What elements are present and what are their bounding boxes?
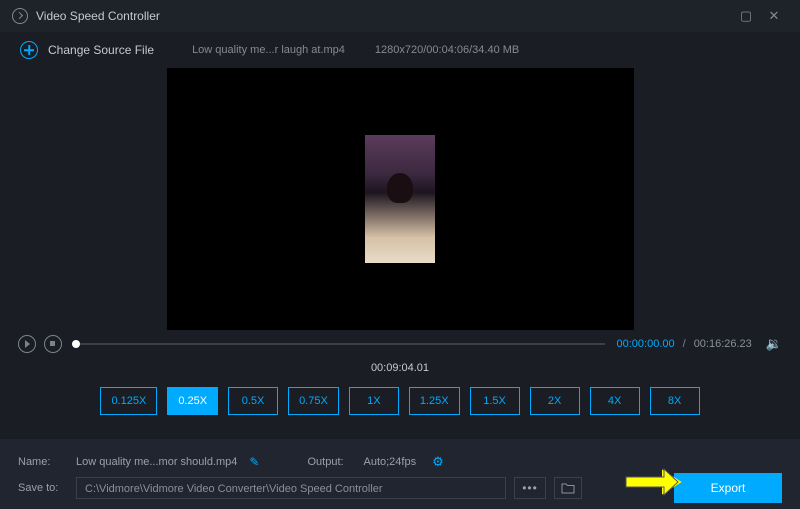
edit-name-icon[interactable]: ✎ — [249, 455, 259, 469]
volume-icon[interactable]: 🔉 — [766, 336, 782, 352]
playback-controls: 00:00:00.00 / 00:16:26.23 🔉 — [0, 330, 800, 358]
speed-1x[interactable]: 1X — [349, 387, 399, 415]
app-logo-icon — [12, 8, 28, 24]
saveto-label: Save to: — [18, 482, 68, 494]
speed-0.25x[interactable]: 0.25X — [167, 387, 218, 415]
seek-handle[interactable] — [72, 340, 80, 348]
browse-button[interactable]: ••• — [514, 477, 546, 499]
change-source-button[interactable]: Change Source File — [48, 43, 154, 57]
name-label: Name: — [18, 456, 68, 468]
time-total: 00:16:26.23 — [694, 338, 752, 350]
source-row: Change Source File Low quality me...r la… — [0, 32, 800, 68]
speed-options: 0.125X 0.25X 0.5X 0.75X 1X 1.25X 1.5X 2X 4X 8X — [0, 380, 800, 422]
source-filename: Low quality me...r laugh at.mp4 — [192, 44, 345, 56]
output-name: Low quality me...mor should.mp4 — [76, 456, 237, 468]
window-title: Video Speed Controller — [36, 9, 160, 23]
speed-1.5x[interactable]: 1.5X — [470, 387, 520, 415]
speed-0.75x[interactable]: 0.75X — [288, 387, 339, 415]
stop-button[interactable] — [44, 335, 62, 353]
bottom-panel: Name: Low quality me...mor should.mp4 ✎ … — [0, 439, 800, 509]
close-button[interactable]: ✕ — [760, 8, 788, 24]
video-preview[interactable] — [167, 68, 634, 330]
maximize-button[interactable]: ▢ — [732, 8, 760, 24]
folder-icon — [561, 482, 575, 494]
speed-0.125x[interactable]: 0.125X — [100, 387, 157, 415]
open-folder-button[interactable] — [554, 477, 582, 499]
preview-area — [0, 68, 800, 330]
title-bar: Video Speed Controller ▢ ✕ — [0, 0, 800, 32]
speed-4x[interactable]: 4X — [590, 387, 640, 415]
settings-icon[interactable]: ⚙ — [432, 454, 444, 470]
seek-slider[interactable] — [74, 343, 605, 345]
video-frame — [365, 135, 435, 263]
time-current: 00:00:00.00 — [617, 338, 675, 350]
output-duration: 00:09:04.01 — [0, 358, 800, 380]
add-icon[interactable] — [20, 41, 38, 59]
export-button[interactable]: Export — [674, 473, 782, 503]
source-meta: 1280x720/00:04:06/34.40 MB — [375, 44, 519, 56]
save-path-field[interactable]: C:\Vidmore\Vidmore Video Converter\Video… — [76, 477, 506, 499]
output-label: Output: — [307, 456, 355, 468]
speed-8x[interactable]: 8X — [650, 387, 700, 415]
output-format: Auto;24fps — [363, 456, 416, 468]
play-button[interactable] — [18, 335, 36, 353]
speed-1.25x[interactable]: 1.25X — [409, 387, 460, 415]
time-separator: / — [683, 338, 686, 350]
speed-2x[interactable]: 2X — [530, 387, 580, 415]
speed-0.5x[interactable]: 0.5X — [228, 387, 278, 415]
